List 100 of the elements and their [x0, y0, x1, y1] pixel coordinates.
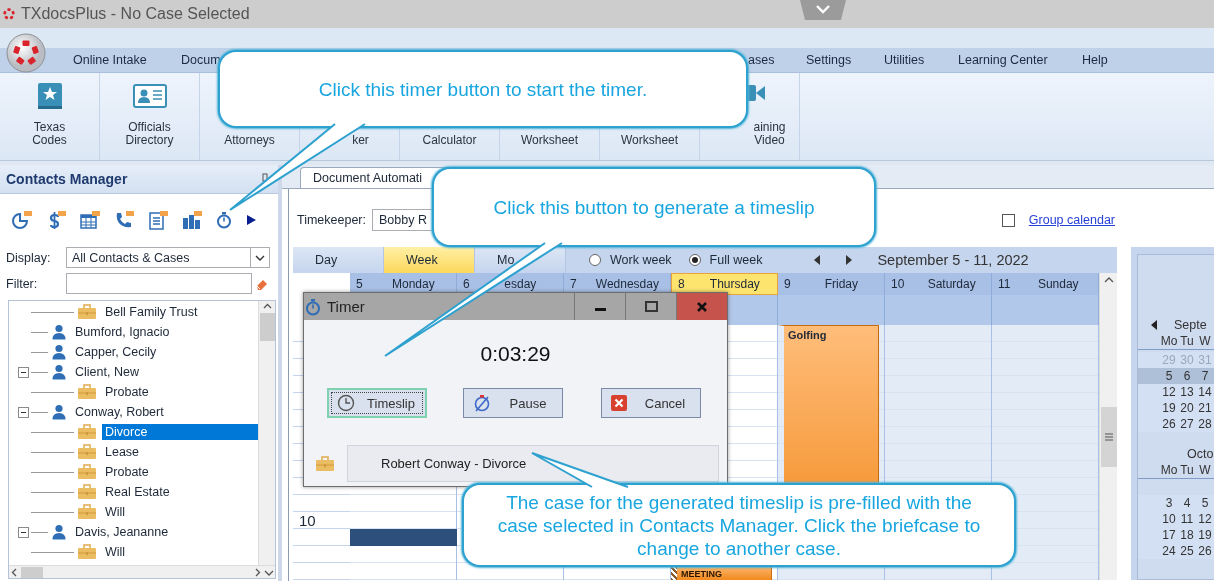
briefcase-icon	[77, 444, 97, 460]
contact-name[interactable]: Conway, Robert	[72, 404, 167, 420]
contact-name[interactable]: Davis, Jeananne	[72, 524, 172, 540]
stopwatch-icon[interactable]	[215, 211, 233, 229]
display-dropdown[interactable]: All Contacts & Cases	[66, 247, 270, 268]
chevron-down-icon[interactable]	[800, 0, 846, 20]
case-name[interactable]: Real Estate	[102, 484, 173, 500]
contact-name[interactable]: Capper, Cecily	[72, 344, 160, 360]
ribbon-button[interactable]: Texas Codes	[0, 73, 100, 160]
case-name[interactable]: Will	[102, 544, 129, 560]
calendar-day[interactable]: 11	[1178, 512, 1196, 526]
calendar-day[interactable]: 12	[1196, 512, 1214, 526]
menu-item[interactable]: Settings	[806, 53, 852, 67]
view-tab[interactable]: Week	[384, 247, 475, 273]
calendar-day[interactable]: 19	[1196, 528, 1214, 542]
menu-item[interactable]: Online Intake	[73, 53, 147, 67]
calendar-day[interactable]: 25	[1178, 544, 1196, 558]
person-icon	[51, 364, 67, 380]
radio-button[interactable]: Work week	[589, 253, 672, 267]
close-icon	[696, 300, 708, 313]
stopwatch-icon	[304, 297, 322, 316]
calendar-day[interactable]: 3	[1160, 496, 1178, 510]
dialog-button[interactable]: Pause	[463, 388, 563, 418]
month-title: Octo	[1187, 447, 1214, 461]
calendar-day[interactable]: 10	[1160, 512, 1178, 526]
previous-icon[interactable]	[1150, 319, 1158, 331]
calendar-day[interactable]: 14	[1196, 385, 1214, 399]
menu-item[interactable]: Docum	[181, 53, 221, 67]
calendar-day[interactable]: 6	[1178, 369, 1196, 383]
case-field[interactable]: Robert Conway - Divorce	[347, 445, 719, 482]
case-name[interactable]: Bell Family Trust	[102, 304, 201, 320]
case-name[interactable]: Lease	[102, 444, 143, 460]
dialog-button[interactable]: Timeslip	[327, 388, 427, 418]
play-icon[interactable]	[245, 214, 257, 226]
menu-item[interactable]: ases	[748, 53, 775, 67]
app-logo-icon[interactable]	[6, 33, 46, 73]
calendar-day[interactable]: 13	[1178, 385, 1196, 399]
ribbon-button[interactable]: Officials Directory	[100, 73, 200, 160]
month-title: Septe	[1174, 318, 1207, 332]
checkbox[interactable]	[1001, 213, 1015, 227]
calendar-day[interactable]: 27	[1178, 417, 1196, 431]
expand-toggle[interactable]	[18, 526, 29, 538]
pie-chart-icon[interactable]	[11, 210, 33, 230]
calendar-day[interactable]: 20	[1178, 401, 1196, 415]
group-calendar-link[interactable]: Group calendar	[1028, 213, 1115, 227]
calendar-day[interactable]: 19	[1160, 401, 1178, 415]
calendar-day[interactable]: 21	[1196, 401, 1214, 415]
calendar-day[interactable]: 12	[1160, 385, 1178, 399]
calendar-day[interactable]: 17	[1160, 528, 1178, 542]
briefcase-icon	[77, 424, 97, 440]
clock-icon	[337, 394, 355, 412]
case-name[interactable]: Probate	[102, 464, 152, 480]
calendar-day[interactable]: 28	[1196, 417, 1214, 431]
contact-name[interactable]: Bumford, Ignacio	[72, 324, 173, 340]
weekday-label: W	[1198, 334, 1212, 348]
menu-item[interactable]: Help	[1082, 53, 1108, 67]
next-icon[interactable]	[845, 254, 854, 266]
calendar-day[interactable]: 24	[1160, 544, 1178, 558]
calendar-icon[interactable]	[79, 210, 101, 230]
briefcase-icon	[77, 484, 97, 500]
view-tab[interactable]: Day	[293, 247, 384, 273]
elapsed-time: 0:03:29	[479, 342, 552, 366]
calendar-day[interactable]: 7	[1196, 369, 1214, 383]
hour-label: 10	[298, 512, 317, 529]
filter-field[interactable]	[66, 273, 252, 294]
document-icon[interactable]	[147, 210, 169, 230]
briefcase-icon	[77, 464, 97, 480]
calendar-day[interactable]: 5	[1196, 496, 1214, 510]
calendar-day[interactable]: 4	[1178, 496, 1196, 510]
day-number: 11	[998, 277, 1011, 291]
menu-item[interactable]: Utilities	[884, 53, 925, 67]
case-name[interactable]: Will	[102, 504, 129, 520]
previous-icon[interactable]	[813, 254, 822, 266]
bar-chart-icon[interactable]	[181, 210, 203, 230]
dialog-button[interactable]: Cancel	[601, 388, 701, 418]
person-icon	[51, 524, 67, 540]
radio-button[interactable]: Full week	[688, 253, 763, 267]
expand-toggle[interactable]	[18, 366, 29, 378]
calendar-day[interactable]: 5	[1160, 369, 1178, 383]
field-label: Timekeeper:	[297, 213, 366, 227]
weekday-label: Tu	[1179, 463, 1195, 477]
day-name: esday	[503, 277, 538, 291]
calendar-day[interactable]: 18	[1178, 528, 1196, 542]
close-button[interactable]	[676, 293, 727, 320]
calendar-day[interactable]: 26	[1160, 417, 1178, 431]
expand-toggle[interactable]	[18, 406, 29, 418]
contact-name[interactable]: Client, New	[72, 364, 142, 380]
date-range: September 5 - 11, 2022	[877, 252, 1029, 268]
case-name[interactable]: Probate	[102, 384, 152, 400]
scroll-thumb	[21, 566, 43, 578]
menu-item[interactable]: Learning Center	[958, 53, 1048, 67]
briefcase-icon	[77, 384, 97, 400]
weekday-label: Tu	[1179, 334, 1195, 348]
day-number: 10	[891, 277, 905, 291]
day-name: Monday	[391, 277, 436, 291]
day-number: 8	[678, 277, 685, 291]
id-card-icon	[131, 81, 168, 111]
calendar-day[interactable]: 26	[1196, 544, 1214, 558]
briefcase-icon	[77, 304, 97, 320]
case-name[interactable]: Divorce	[102, 424, 258, 440]
